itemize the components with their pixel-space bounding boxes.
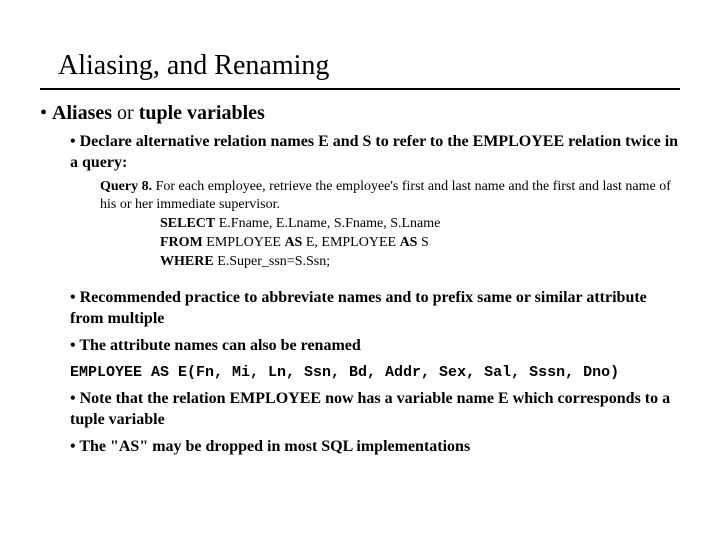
rename-code: EMPLOYEE AS E(Fn, Mi, Ln, Ssn, Bd, Addr,… [70,364,619,381]
query-text: For each employee, retrieve the employee… [100,179,671,213]
where-rest: E.Super_ssn=S.Ssn; [214,254,330,269]
sql-select-line: SELECT E.Fname, E.Lname, S.Fname, S.Lnam… [160,215,680,234]
slide-title: Aliasing, and Renaming [58,50,680,82]
as-keyword-2: AS [400,235,418,250]
b4-text: Note that the relation EMPLOYEE now has … [70,390,670,428]
bullet-recommended: • Recommended practice to abbreviate nam… [70,288,680,330]
b5-text: The "AS" may be dropped in most SQL impl… [79,438,470,455]
select-keyword: SELECT [160,216,215,231]
where-keyword: WHERE [160,254,214,269]
main-bullet: • Aliases or tuple variables [40,100,680,126]
bullet-marker: • [70,390,80,407]
b2-text: Recommended practice to abbreviate names… [70,289,647,327]
bullet-as-dropped: • The "AS" may be dropped in most SQL im… [70,437,680,458]
bullet-marker: • [70,438,79,455]
main-mid: or [112,102,139,124]
sub-bullet-declare: • Declare alternative relation names E a… [70,132,680,174]
slide: Aliasing, and Renaming • Aliases or tupl… [0,0,720,540]
sql-where-line: WHERE E.Super_ssn=S.Ssn; [160,253,680,272]
query-description: Query 8. For each employee, retrieve the… [100,178,680,216]
main-strong-aliases: Aliases [52,102,112,124]
rename-code-line: EMPLOYEE AS E(Fn, Mi, Ln, Ssn, Bd, Addr,… [70,362,680,383]
as-keyword-1: AS [284,235,302,250]
sub1-text: Declare alternative relation names E and… [70,133,678,171]
bullet-marker: • [40,102,52,124]
b3-text: The attribute names can also be renamed [79,337,360,354]
sql-from-line: FROM EMPLOYEE AS E, EMPLOYEE AS S [160,234,680,253]
select-rest: E.Fname, E.Lname, S.Fname, S.Lname [215,216,440,231]
bullet-note: • Note that the relation EMPLOYEE now ha… [70,389,680,431]
bullet-marker: • [70,133,80,150]
bullet-marker: • [70,289,80,306]
from-end: S [417,235,428,250]
from-mid: EMPLOYEE [203,235,285,250]
bullet-marker: • [70,337,79,354]
lower-block: • Recommended practice to abbreviate nam… [40,288,680,458]
main-strong-tuple: tuple variables [139,102,265,124]
bullet-renamed: • The attribute names can also be rename… [70,336,680,357]
query-label: Query 8. [100,179,152,194]
title-divider [40,88,680,90]
from-keyword: FROM [160,235,203,250]
from-mid2: E, EMPLOYEE [302,235,399,250]
